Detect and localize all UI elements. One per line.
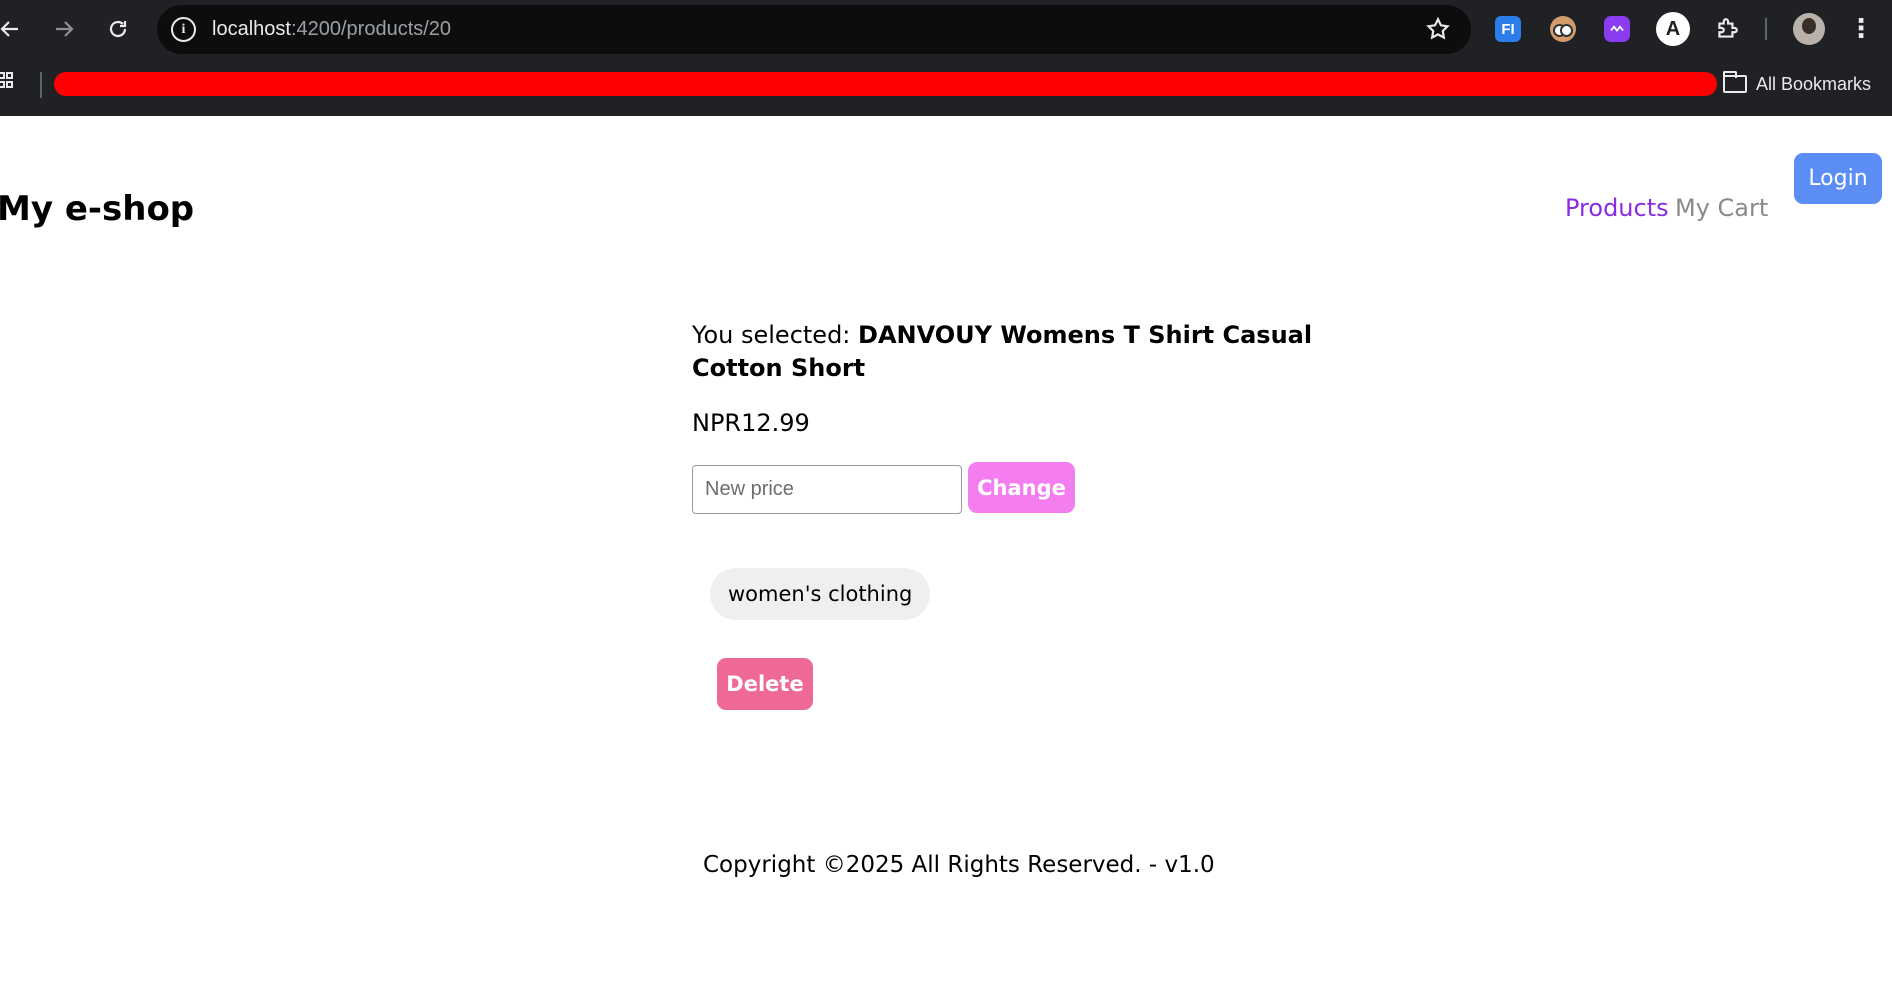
- extension-angular-icon[interactable]: A: [1656, 12, 1690, 46]
- page-content: My e-shop Products My Cart Login You sel…: [0, 116, 1892, 991]
- reload-icon[interactable]: [102, 13, 134, 45]
- all-bookmarks-button[interactable]: All Bookmarks: [1723, 71, 1871, 97]
- extension-fi-icon[interactable]: FI: [1495, 16, 1521, 42]
- apps-grid-icon[interactable]: [0, 72, 20, 96]
- all-bookmarks-label: All Bookmarks: [1756, 73, 1872, 94]
- new-price-input[interactable]: [692, 465, 962, 514]
- bookmarks-separator: [40, 72, 42, 98]
- toolbar-separator: [1765, 18, 1767, 40]
- back-arrow-icon[interactable]: [0, 13, 26, 45]
- bookmarks-bar: All Bookmarks: [0, 58, 1892, 116]
- selected-prefix: You selected:: [692, 321, 859, 349]
- forward-arrow-icon[interactable]: [48, 13, 80, 45]
- selected-product-text: You selected: DANVOUY Womens T Shirt Cas…: [692, 319, 1342, 385]
- browser-chrome: i localhost:4200/products/20 FI A ⋮ All …: [0, 0, 1892, 116]
- delete-product-button[interactable]: Delete: [717, 658, 813, 710]
- folder-icon: [1723, 71, 1747, 93]
- brand-title[interactable]: My e-shop: [0, 189, 194, 229]
- nav-link-products[interactable]: Products: [1565, 194, 1669, 222]
- bookmark-redacted-bar[interactable]: [54, 72, 1717, 96]
- category-chip: women's clothing: [710, 568, 931, 620]
- extension-purple-icon[interactable]: [1604, 16, 1630, 42]
- site-info-icon[interactable]: i: [171, 17, 196, 42]
- login-button[interactable]: Login: [1794, 153, 1882, 204]
- extension-fi-label: FI: [1501, 20, 1515, 38]
- extension-owl-icon[interactable]: [1548, 14, 1578, 44]
- product-price: NPR12.99: [692, 409, 810, 437]
- browser-toolbar: i localhost:4200/products/20 FI A ⋮: [0, 0, 1892, 58]
- extension-angular-label: A: [1665, 17, 1681, 40]
- bookmark-star-icon[interactable]: [1425, 16, 1451, 42]
- extensions-puzzle-icon[interactable]: [1712, 14, 1742, 44]
- browser-menu-icon[interactable]: ⋮: [1848, 14, 1874, 44]
- nav-link-my-cart[interactable]: My Cart: [1675, 194, 1768, 222]
- url-path: :4200/products/20: [290, 18, 452, 40]
- change-price-button[interactable]: Change: [968, 462, 1075, 513]
- url-host: localhost: [212, 18, 291, 40]
- footer-copyright: Copyright ©2025 All Rights Reserved. - v…: [703, 852, 1215, 878]
- profile-avatar[interactable]: [1793, 13, 1825, 45]
- url-text[interactable]: localhost:4200/products/20: [212, 18, 451, 41]
- address-bar[interactable]: i localhost:4200/products/20: [157, 5, 1471, 54]
